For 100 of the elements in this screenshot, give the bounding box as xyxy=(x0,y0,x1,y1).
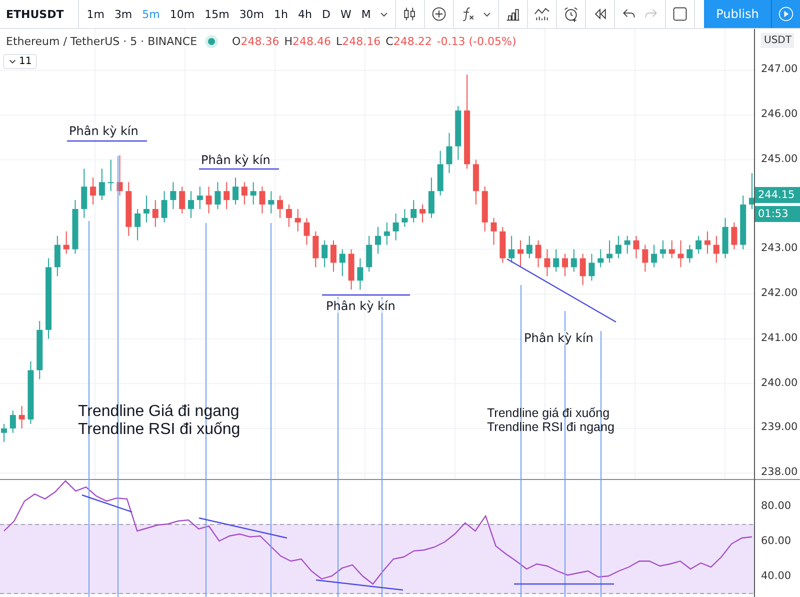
price-label: 242.00 xyxy=(761,287,798,300)
candlestick xyxy=(384,222,390,246)
candlestick xyxy=(339,248,346,277)
interval-button[interactable]: 30m xyxy=(237,8,266,20)
candlestick xyxy=(10,410,16,434)
interval-button[interactable]: W xyxy=(338,8,354,20)
candlestick xyxy=(668,240,675,259)
candlestick xyxy=(642,244,648,272)
candlestick xyxy=(241,182,248,206)
candlestick xyxy=(259,186,266,214)
square-icon[interactable] xyxy=(672,6,688,22)
candlestick xyxy=(366,235,372,272)
indicator-icon[interactable] xyxy=(534,6,550,22)
alarm-icon[interactable] xyxy=(562,6,579,22)
price-label: 241.00 xyxy=(761,332,798,344)
candlestick xyxy=(286,204,292,228)
candlestick xyxy=(544,248,550,277)
candlestick xyxy=(731,222,738,250)
candlestick xyxy=(553,248,560,272)
candlestick xyxy=(508,235,515,264)
price-label: 240.00 xyxy=(761,376,798,389)
candlestick xyxy=(134,208,141,241)
annotation-label: Phân kỳ kín xyxy=(326,299,396,313)
price-label: 239.00 xyxy=(761,421,798,434)
candlestick-icon[interactable] xyxy=(402,6,418,22)
candlestick xyxy=(322,240,328,268)
ohlc-value: H248.46 xyxy=(284,35,331,48)
bar-chart-icon[interactable] xyxy=(504,6,521,22)
interval-button[interactable]: 10m xyxy=(168,8,197,20)
candlestick xyxy=(446,132,452,174)
candlestick xyxy=(224,182,230,210)
candlestick xyxy=(713,235,720,264)
candlestick xyxy=(428,177,434,218)
candlestick xyxy=(580,253,586,286)
candlestick xyxy=(392,212,399,241)
candlestick xyxy=(268,190,274,214)
play-button[interactable] xyxy=(771,0,800,28)
ohlc-value: L248.16 xyxy=(336,35,381,48)
interval-button[interactable]: 3m xyxy=(112,8,134,20)
price-label: 243.00 xyxy=(761,242,798,254)
candlestick xyxy=(598,248,604,268)
candlestick xyxy=(196,186,203,210)
candlestick xyxy=(615,235,622,259)
symbol-button[interactable]: ETHUSDT xyxy=(0,0,79,28)
candlestick xyxy=(678,240,684,268)
candlestick xyxy=(179,186,186,214)
candlestick xyxy=(696,235,702,254)
interval-button[interactable]: 1m xyxy=(84,8,106,20)
interval-button[interactable]: 15m xyxy=(202,8,232,20)
price-label: 247.00 xyxy=(761,63,798,76)
candlestick xyxy=(108,159,114,192)
price-label: 238.00 xyxy=(761,466,798,478)
candlestick xyxy=(606,240,613,264)
candlestick xyxy=(651,244,658,268)
candlestick xyxy=(63,230,70,254)
interval-button[interactable]: 1h xyxy=(272,8,290,20)
annotation-label: Phân kỳ kín xyxy=(524,331,594,345)
rsi-label: 40.00 xyxy=(761,570,792,582)
candlestick xyxy=(410,200,417,223)
candlestick xyxy=(375,226,381,254)
interval-button[interactable]: D xyxy=(320,8,332,20)
candlestick xyxy=(277,195,284,218)
play-icon[interactable] xyxy=(778,6,794,22)
countdown-tag: 01:53 xyxy=(755,206,800,222)
candlestick xyxy=(562,253,568,277)
candlestick xyxy=(152,200,158,228)
candlestick xyxy=(304,217,310,246)
price-change: -0.13 (-0.05%) xyxy=(436,35,516,48)
candlestick xyxy=(357,258,364,290)
annotation-label: Phân kỳ kín xyxy=(69,124,138,138)
candlestick xyxy=(98,168,105,201)
candlestick xyxy=(535,240,542,268)
candlestick xyxy=(490,217,497,246)
interval-button[interactable]: M xyxy=(359,8,373,20)
candlestick xyxy=(161,190,168,223)
indicator-toggle[interactable]: 11 xyxy=(3,54,37,69)
interval-button[interactable]: 4h xyxy=(296,8,314,20)
candlestick xyxy=(54,235,60,277)
candlestick xyxy=(312,230,319,268)
candlestick xyxy=(143,195,150,223)
candlestick xyxy=(206,186,212,214)
candlestick xyxy=(660,240,666,259)
plus-circle-icon[interactable] xyxy=(430,6,447,22)
rsi-label: 80.00 xyxy=(761,500,792,512)
price-label: 245.00 xyxy=(761,152,798,165)
chevron-down-icon xyxy=(8,57,17,66)
candlestick xyxy=(18,406,25,429)
candlestick xyxy=(624,235,630,254)
candlestick xyxy=(81,168,88,218)
candlestick xyxy=(633,235,640,259)
candlestick xyxy=(90,177,96,206)
candlestick xyxy=(588,253,595,282)
candlestick xyxy=(232,177,239,206)
candlestick xyxy=(402,208,408,228)
candlestick xyxy=(570,248,577,272)
candlestick xyxy=(214,182,221,210)
candlestick xyxy=(188,190,194,218)
currency-label: USDT xyxy=(761,33,794,48)
candlestick xyxy=(1,423,7,442)
rsi-label: 60.00 xyxy=(761,535,792,547)
